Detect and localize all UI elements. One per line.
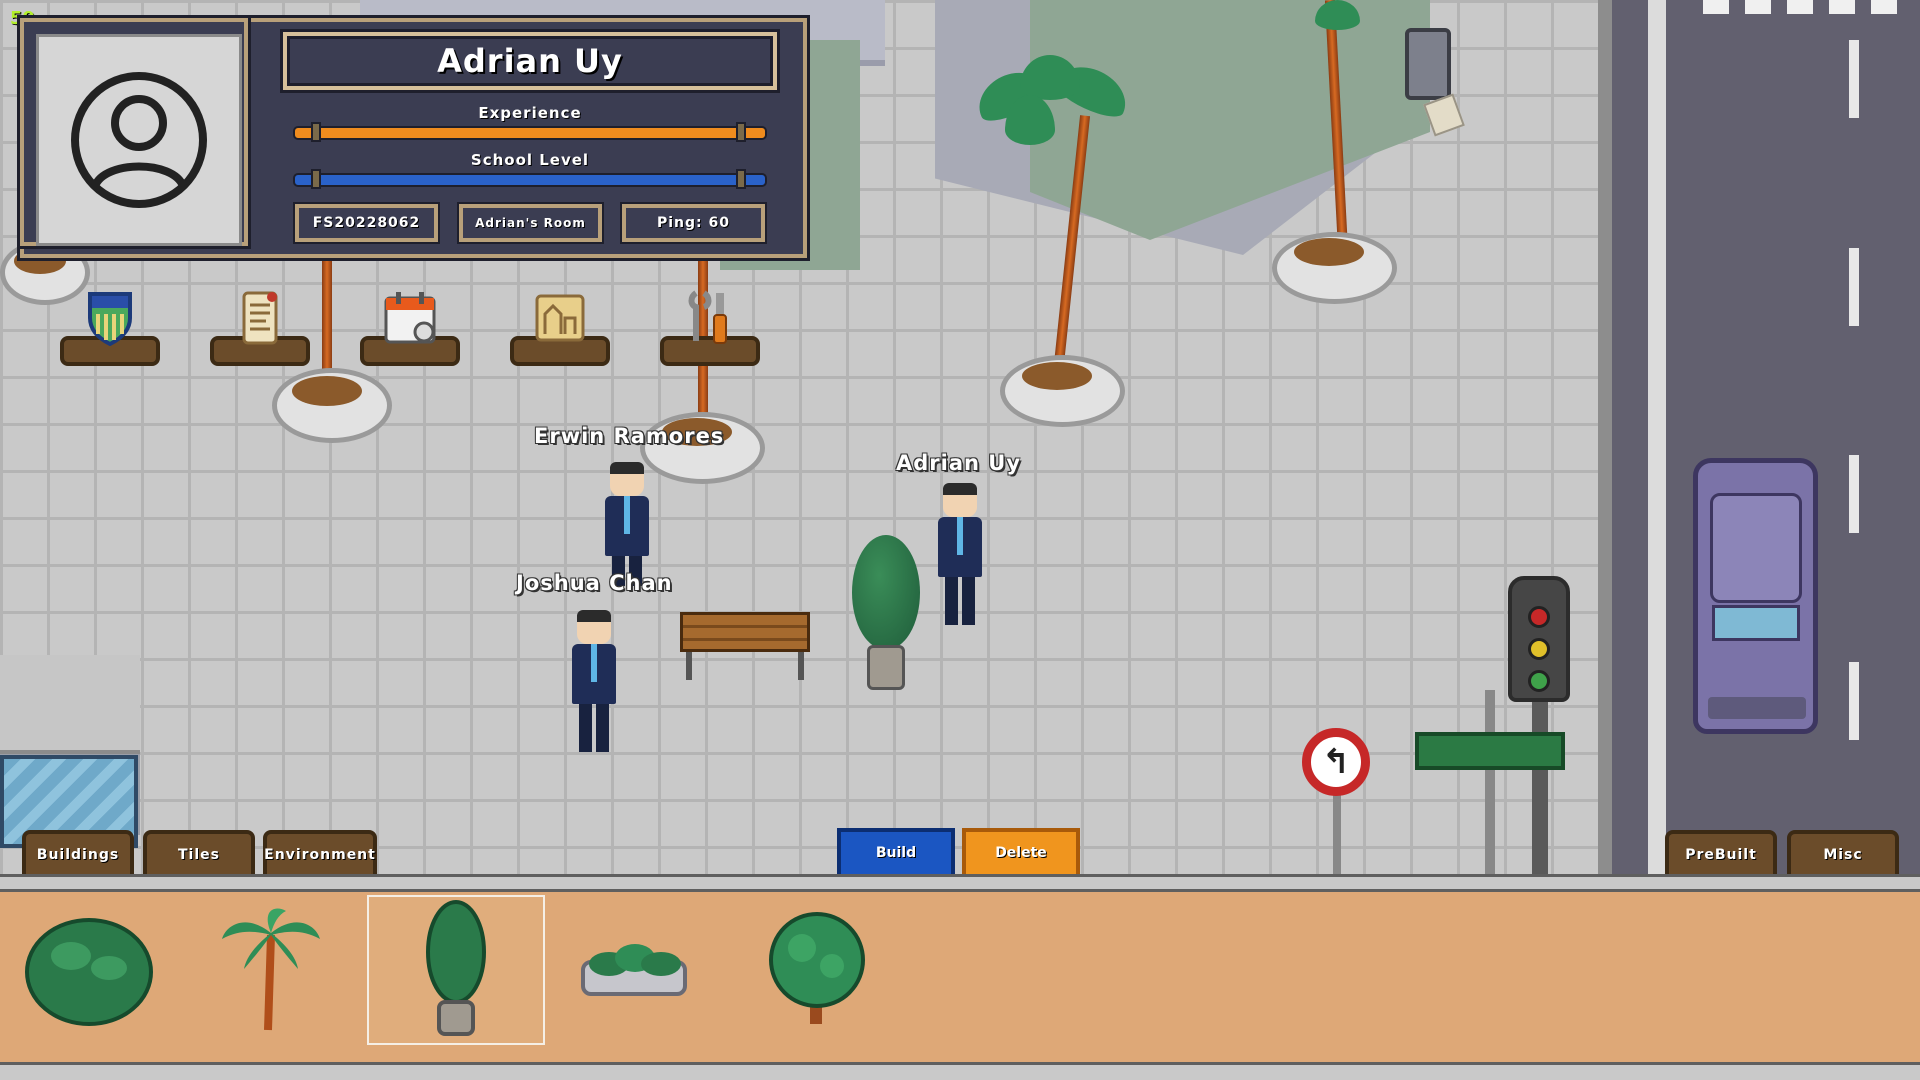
avatar[interactable] (36, 34, 242, 246)
yellow-lamp (1528, 638, 1550, 660)
bench-leg (798, 652, 804, 680)
planter-box-icon (581, 944, 687, 996)
palm-tree-icon (222, 908, 320, 1031)
character-head (577, 610, 611, 644)
school-level-label: School Level (470, 151, 590, 169)
shield-icon (80, 290, 140, 346)
tools-icon (680, 290, 740, 346)
character-body (938, 517, 982, 577)
traffic-light (1508, 576, 1570, 702)
tray-item-palm-tree[interactable] (182, 895, 360, 1045)
topiary-shrub (852, 535, 920, 650)
tab-tiles[interactable]: Tiles (143, 830, 255, 876)
lane-marking (1849, 248, 1859, 326)
bench-seat (680, 612, 810, 652)
menu-button-tools[interactable] (660, 290, 760, 366)
tray-item-planter-box[interactable] (545, 895, 723, 1045)
school-level-bar (293, 173, 767, 187)
bench-leg (686, 652, 692, 680)
blueprint-icon (530, 290, 590, 346)
tab-prebuilt[interactable]: PreBuilt (1665, 830, 1777, 876)
player-name: Adrian Uy (283, 32, 777, 90)
traffic-light-pole (1532, 700, 1548, 880)
ping-badge: Ping: 60 (622, 204, 765, 242)
school-level-bar-end-knob (736, 169, 746, 189)
character-body (572, 644, 616, 704)
menu-button-calendar[interactable] (360, 290, 460, 366)
player-id-badge: FS20228062 (295, 204, 438, 242)
tab-misc[interactable]: Misc (1787, 830, 1899, 876)
crosswalk-stripe (1829, 0, 1855, 14)
delete-button[interactable]: Delete (962, 828, 1080, 878)
curb (1598, 0, 1612, 880)
character-legs (579, 704, 609, 752)
tab-environment[interactable]: Environment (263, 830, 377, 876)
car-bumper (1708, 697, 1806, 719)
round-tree-icon (769, 912, 865, 1024)
trash-can (1405, 28, 1451, 100)
character-head (610, 462, 644, 496)
shrub-pot (867, 645, 905, 690)
build-button[interactable]: Build (837, 828, 955, 878)
street-sign (1415, 732, 1565, 770)
character-name-joshua: Joshua Chan (516, 571, 673, 595)
menu-button-blueprint[interactable] (510, 290, 610, 366)
topiary-pot-icon (426, 900, 486, 1036)
crosswalk-stripe (1787, 0, 1813, 14)
build-tray-bottom-border (0, 1062, 1920, 1080)
palm-tree (965, 55, 1145, 445)
green-lamp (1528, 670, 1550, 692)
tab-buildings[interactable]: Buildings (22, 830, 134, 876)
tray-item-topiary-pot[interactable] (367, 895, 545, 1045)
calendar-icon (380, 290, 440, 346)
menu-button-quests[interactable] (210, 290, 310, 366)
build-tray-top-border (0, 874, 1920, 892)
character-name-adrian: Adrian Uy (896, 451, 1022, 475)
street-sign-pole (1485, 690, 1495, 880)
crosswalk-stripe (1745, 0, 1771, 14)
menu-button-school[interactable] (60, 290, 160, 366)
character-name-erwin: Erwin Ramores (534, 424, 725, 448)
car-windshield (1712, 605, 1800, 641)
room-badge[interactable]: Adrian's Room (459, 204, 602, 242)
left-turn-sign-icon: ↰ (1302, 728, 1370, 796)
character-legs (945, 577, 975, 625)
character-erwin[interactable] (605, 462, 649, 586)
tray-item-round-tree[interactable] (728, 895, 906, 1045)
character-joshua[interactable] (572, 610, 616, 752)
crosswalk-stripe (1871, 0, 1897, 14)
character-head (943, 483, 977, 517)
character-body (605, 496, 649, 556)
car-roof (1710, 493, 1802, 603)
lane-marking (1849, 455, 1859, 533)
user-icon (71, 72, 207, 208)
road-edge-line (1648, 0, 1666, 880)
lane-marking (1849, 40, 1859, 118)
bench (680, 612, 810, 680)
character-adrian[interactable] (938, 483, 982, 625)
round-bush-icon (25, 918, 153, 1026)
red-lamp (1528, 606, 1550, 628)
sign-pole (1333, 785, 1341, 880)
experience-bar (293, 126, 767, 140)
lane-marking (1849, 662, 1859, 740)
experience-label: Experience (478, 104, 582, 122)
scroll-icon (230, 290, 290, 346)
tray-item-round-bush[interactable] (0, 895, 178, 1045)
experience-bar-end-knob (736, 122, 746, 142)
crosswalk-stripe (1703, 0, 1729, 14)
parked-car (1693, 458, 1818, 734)
palm-planter (1270, 0, 1400, 330)
experience-bar-start-knob (311, 122, 321, 142)
building-roof (0, 655, 140, 754)
school-level-bar-start-knob (311, 169, 321, 189)
